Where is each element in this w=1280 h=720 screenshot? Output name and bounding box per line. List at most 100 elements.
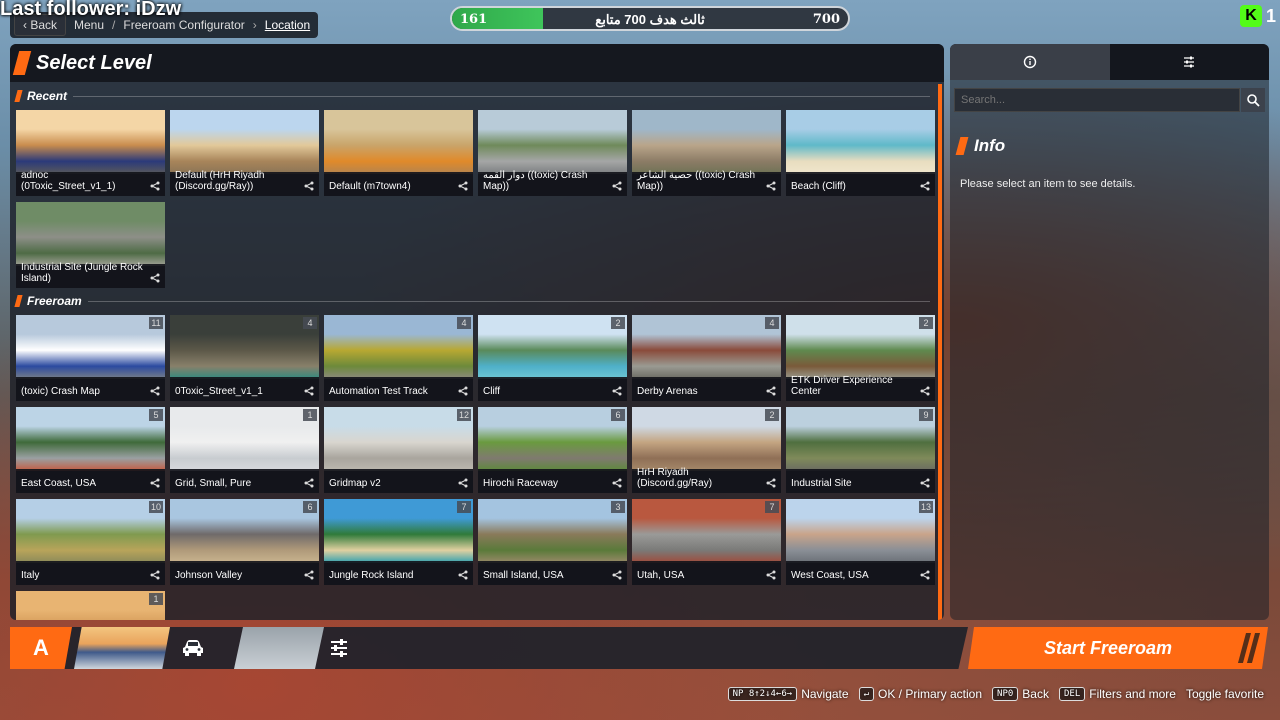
level-label-bar: Industrial Site (Jungle Rock Island): [16, 262, 165, 288]
level-tile[interactable]: 10 Italy: [16, 499, 165, 585]
start-freeroam-button[interactable]: Start Freeroam: [968, 627, 1268, 669]
hint-favorite: Toggle favorite: [1186, 687, 1264, 701]
share-icon[interactable]: [920, 181, 930, 191]
level-tile[interactable]: 13 West Coast, USA: [786, 499, 935, 585]
level-count-badge: 1: [149, 593, 163, 605]
share-icon[interactable]: [150, 570, 160, 580]
share-icon[interactable]: [304, 478, 314, 488]
level-name: Grid, Small, Pure: [175, 478, 252, 489]
level-tile[interactable]: Beach (Cliff): [786, 110, 935, 196]
level-name: 0Toxic_Street_v1_1: [175, 386, 263, 397]
level-thumbnail: [478, 110, 627, 174]
search-input[interactable]: [954, 88, 1240, 112]
level-tile[interactable]: 5 East Coast, USA: [16, 407, 165, 493]
level-label-bar: Small Island, USA: [478, 561, 627, 585]
share-icon[interactable]: [150, 181, 160, 191]
level-label-bar: Italy: [16, 561, 165, 585]
level-count-badge: 7: [765, 501, 779, 513]
level-count-badge: 2: [611, 317, 625, 329]
level-tile[interactable]: adnoc (0Toxic_Street_v1_1): [16, 110, 165, 196]
level-name: Default (m7town4): [329, 181, 411, 192]
level-tile[interactable]: 2 HrH Riyadh (Discord.gg/Ray): [632, 407, 781, 493]
level-count-badge: 9: [919, 409, 933, 421]
share-icon[interactable]: [612, 478, 622, 488]
level-count-badge: 4: [457, 317, 471, 329]
hint-label: Toggle favorite: [1185, 687, 1264, 701]
level-name: Johnson Valley: [175, 570, 243, 581]
hint-label: OK / Primary action: [878, 687, 983, 701]
level-tile[interactable]: 4 Derby Arenas: [632, 315, 781, 401]
level-label-bar: Derby Arenas: [632, 377, 781, 401]
settings-button[interactable]: [308, 627, 370, 669]
share-icon[interactable]: [304, 570, 314, 580]
section-accent: [14, 90, 23, 102]
level-tile[interactable]: 2 Cliff: [478, 315, 627, 401]
level-tile[interactable]: Default (m7town4): [324, 110, 473, 196]
level-tile[interactable]: 12 Gridmap v2: [324, 407, 473, 493]
follower-goal-text: ثالث هدف 700 متابع: [595, 12, 705, 27]
tab-filters[interactable]: [1110, 44, 1270, 80]
details-tabs: [950, 44, 1269, 80]
level-tile[interactable]: 2 ETK Driver Experience Center: [786, 315, 935, 401]
level-tile[interactable]: 1 Grid, Small, Pure: [170, 407, 319, 493]
vehicle-button[interactable]: [162, 627, 224, 669]
level-tile[interactable]: 6 Hirochi Raceway: [478, 407, 627, 493]
level-label-bar: Automation Test Track: [324, 377, 473, 401]
level-thumbnail: [324, 407, 473, 471]
search-button[interactable]: [1241, 88, 1265, 112]
share-icon[interactable]: [766, 181, 776, 191]
share-icon[interactable]: [150, 273, 160, 283]
level-tile[interactable]: 11 (toxic) Crash Map: [16, 315, 165, 401]
share-icon[interactable]: [304, 181, 314, 191]
level-tile[interactable]: 4 0Toxic_Street_v1_1: [170, 315, 319, 401]
level-count-badge: 11: [149, 317, 163, 329]
key-enter: ↵: [858, 687, 874, 701]
level-thumbnail: [324, 315, 473, 379]
share-icon[interactable]: [766, 478, 776, 488]
info-text: Please select an item to see details.: [960, 178, 1136, 190]
section-header-recent: Recent: [14, 88, 930, 104]
share-icon[interactable]: [150, 478, 160, 488]
level-name: Hirochi Raceway: [483, 478, 559, 489]
share-icon[interactable]: [458, 478, 468, 488]
level-tile[interactable]: Default (HrH Riyadh (Discord.gg/Ray)): [170, 110, 319, 196]
share-icon[interactable]: [304, 386, 314, 396]
share-icon[interactable]: [458, 386, 468, 396]
level-thumbnail: [16, 202, 165, 266]
share-icon[interactable]: [920, 570, 930, 580]
level-count-badge: 7: [457, 501, 471, 513]
level-tile[interactable]: 1: [16, 591, 165, 620]
share-icon[interactable]: [458, 181, 468, 191]
scrollbar[interactable]: [938, 84, 942, 620]
level-tile[interactable]: 3 Small Island, USA: [478, 499, 627, 585]
share-icon[interactable]: [612, 570, 622, 580]
share-icon[interactable]: [766, 570, 776, 580]
level-tile[interactable]: 7 Jungle Rock Island: [324, 499, 473, 585]
app-logo-icon[interactable]: A: [10, 627, 72, 669]
info-icon: [1023, 55, 1036, 69]
share-icon[interactable]: [458, 570, 468, 580]
level-tile[interactable]: دوار القمه ((toxic) Crash Map)): [478, 110, 627, 196]
level-thumbnail: [632, 315, 781, 379]
share-icon[interactable]: [612, 386, 622, 396]
level-tile[interactable]: 7 Utah, USA: [632, 499, 781, 585]
crumb-location[interactable]: Location: [265, 18, 310, 32]
level-tile[interactable]: 6 Johnson Valley: [170, 499, 319, 585]
share-icon[interactable]: [920, 386, 930, 396]
share-icon[interactable]: [920, 478, 930, 488]
level-tile[interactable]: 4 Automation Test Track: [324, 315, 473, 401]
share-icon[interactable]: [612, 181, 622, 191]
level-name: ETK Driver Experience Center: [791, 375, 893, 397]
kick-logo-icon: K: [1239, 5, 1262, 27]
level-tile[interactable]: 9 Industrial Site: [786, 407, 935, 493]
level-tile[interactable]: حصية الشاعر ((toxic) Crash Map)): [632, 110, 781, 196]
tab-info[interactable]: [950, 44, 1110, 80]
level-tile[interactable]: Industrial Site (Jungle Rock Island): [16, 202, 165, 288]
hint-navigate: NP 8↑2↓4←6→ Navigate: [727, 687, 849, 701]
selected-map-thumbnail[interactable]: [74, 627, 170, 669]
level-name: Cliff: [483, 386, 501, 397]
kick-count: 1: [1265, 5, 1276, 26]
page-title: Select Level: [36, 51, 152, 74]
share-icon[interactable]: [766, 386, 776, 396]
share-icon[interactable]: [150, 386, 160, 396]
